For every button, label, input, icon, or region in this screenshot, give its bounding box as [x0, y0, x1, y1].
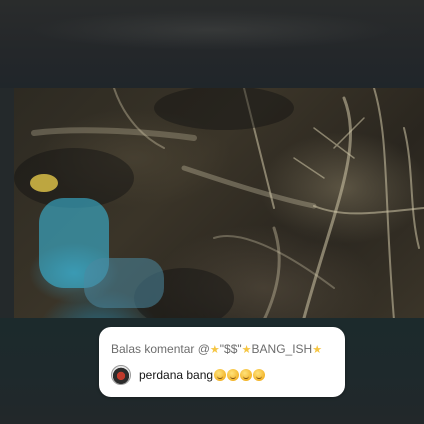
- top-background: [0, 0, 424, 88]
- grinning-face-icon: [214, 369, 227, 381]
- star-icon: ★: [241, 344, 252, 356]
- comment-text: perdana bang: [139, 368, 266, 382]
- grinning-face-icon: [227, 369, 240, 381]
- reply-comment-card[interactable]: Balas komentar @★"$$"★BANG_ISH★ perdana …: [99, 327, 345, 397]
- reply-prefix: Balas komentar @: [111, 342, 210, 356]
- comment-row: perdana bang: [111, 364, 266, 386]
- reply-username-part1: "$$": [219, 342, 242, 356]
- star-icon: ★: [312, 344, 323, 356]
- reply-username-part2: BANG_ISH: [251, 342, 313, 356]
- left-background: [0, 88, 14, 320]
- comment-body: perdana bang: [139, 368, 214, 382]
- video-foliage-image: [14, 88, 424, 320]
- video-frame[interactable]: [14, 88, 424, 320]
- grinning-face-icon: [240, 369, 253, 381]
- star-icon: ★: [209, 344, 220, 356]
- hand-over-mouth-icon: [253, 369, 266, 381]
- avatar[interactable]: [111, 365, 131, 385]
- reply-header: Balas komentar @★"$$"★BANG_ISH★: [111, 342, 322, 356]
